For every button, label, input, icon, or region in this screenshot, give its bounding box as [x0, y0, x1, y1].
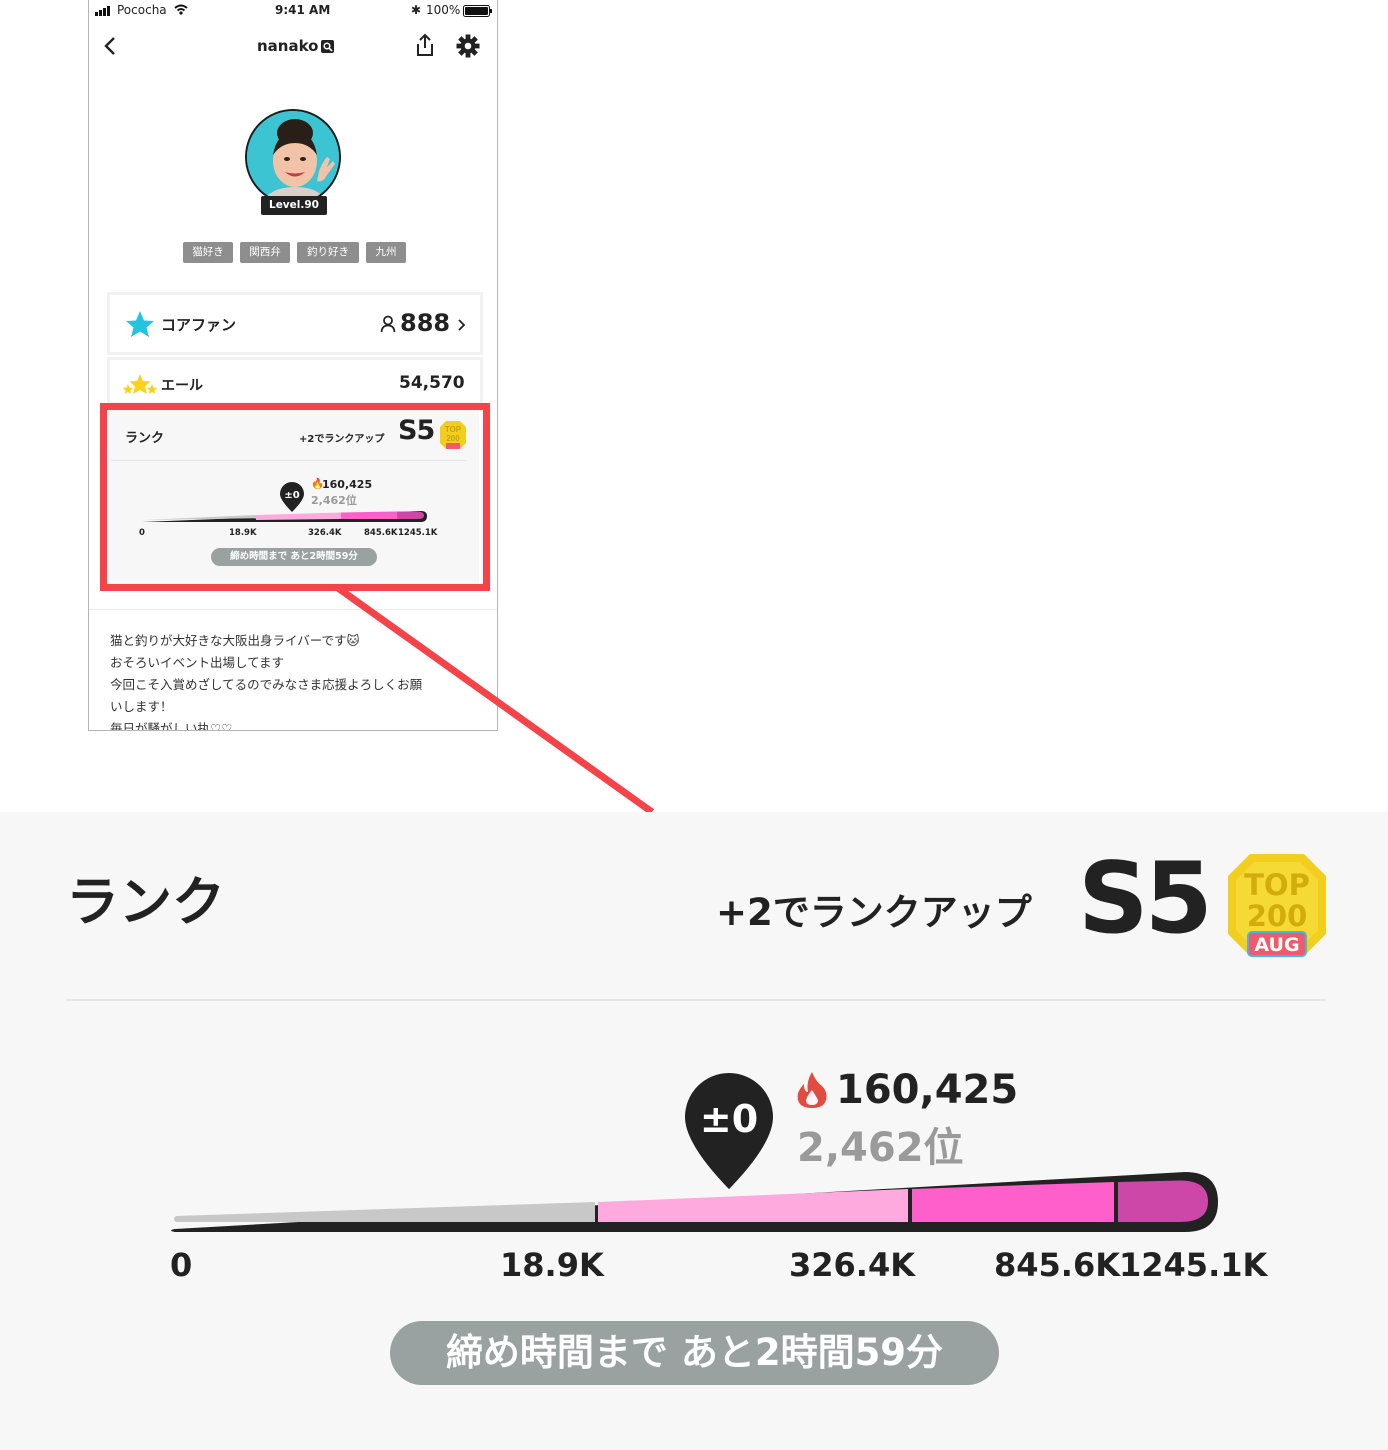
tick-label: 18.9K — [500, 1246, 604, 1284]
tick-label: 326.4K — [789, 1246, 916, 1284]
badge-line2: 200 — [1247, 899, 1308, 933]
settings-gear-icon[interactable] — [456, 34, 480, 58]
username: nanako — [257, 37, 319, 55]
status-bar: Pococha 9:41 AM ✱ 100% — [89, 0, 497, 22]
phone-screen: Pococha 9:41 AM ✱ 100% nanako Level.90 猫… — [88, 0, 498, 731]
core-fan-label: コアファン — [161, 316, 237, 334]
core-fan-count: 888 — [400, 309, 451, 337]
level-badge: Level.90 — [261, 196, 327, 215]
bio-line: 猫と釣りが大好きな大阪出身ライバーです🐱 — [110, 633, 360, 648]
rank-title-large: ランク — [66, 872, 225, 933]
yell-value: 54,570 — [399, 373, 465, 393]
share-icon[interactable] — [415, 33, 435, 57]
profile-tag[interactable]: 猫好き — [183, 242, 233, 263]
yell-row: エール 54,570 — [107, 357, 483, 405]
bio-line: おそろいイベント出場してます — [110, 655, 285, 670]
fire-icon — [797, 1072, 827, 1108]
tick-label: 0 — [170, 1246, 193, 1284]
rank-value-large: S5 — [1078, 842, 1213, 956]
profile-photo — [247, 111, 339, 203]
battery-percent: 100% — [426, 3, 461, 17]
rank-gauge: ±0 — [171, 1069, 1218, 1232]
rank-score-large: 160,425 — [836, 1067, 1019, 1113]
profile-tag[interactable]: 九州 — [366, 242, 406, 263]
rank-marker: ±0 — [700, 1097, 758, 1141]
battery-icon — [463, 5, 492, 17]
person-icon — [380, 315, 396, 333]
clock: 9:41 AM — [275, 3, 331, 17]
top200-badge-icon: TOP 200 AUG — [1228, 854, 1326, 957]
stars-icon — [123, 374, 157, 394]
bio-text: 猫と釣りが大好きな大阪出身ライバーです🐱 おそろいイベント出場してます 今回こそ… — [110, 630, 480, 731]
profile-tag[interactable]: 釣り好き — [297, 242, 359, 263]
search-badge-icon — [321, 40, 334, 53]
rank-up-text-large: +2でランクアップ — [716, 891, 1032, 934]
back-icon[interactable] — [103, 36, 117, 56]
badge-month: AUG — [1254, 934, 1299, 956]
yell-label: エール — [161, 378, 203, 394]
section-divider — [89, 609, 497, 610]
bio-line: 毎日が騒がしい执♡♡ — [110, 721, 233, 731]
bio-line: 今回こそ入賞めざしてるのでみなさま応援よろしくお願 — [110, 677, 423, 692]
tick-label: 1245.1K — [1119, 1246, 1268, 1284]
chevron-right-icon — [458, 319, 466, 331]
bluetooth-icon: ✱ — [411, 3, 422, 17]
signal-icon — [95, 6, 110, 16]
nav-bar: nanako — [89, 22, 497, 72]
rank-place-large: 2,462位 — [797, 1125, 964, 1171]
rank-divider-large — [66, 999, 1326, 1001]
star-icon — [126, 311, 154, 337]
avatar[interactable] — [245, 109, 341, 205]
wifi-icon — [174, 4, 188, 15]
bio-line: いします！ — [110, 699, 173, 714]
profile-tag[interactable]: 関西弁 — [240, 242, 290, 263]
tick-label: 845.6K — [994, 1246, 1121, 1284]
carrier-name: Pococha — [117, 3, 167, 17]
badge-line1: TOP — [1244, 868, 1310, 902]
core-fan-row[interactable]: コアファン 888 — [107, 292, 483, 355]
highlight-box — [100, 403, 490, 591]
rank-zoom-panel: ランク +2でランクアップ S5 TOP 200 AUG ±0 160,425 … — [0, 812, 1388, 1450]
deadline-pill-large: 締め時間まで あと2時間59分 — [390, 1321, 999, 1385]
